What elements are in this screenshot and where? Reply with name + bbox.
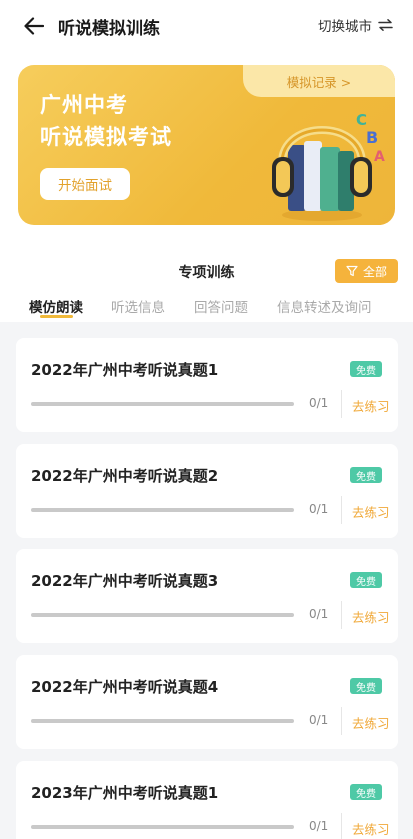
illus-letter-c: C xyxy=(356,111,367,129)
switch-city-button[interactable]: 切换城市 xyxy=(318,15,393,35)
free-badge: 免费 xyxy=(350,678,382,694)
records-link[interactable]: 模拟记录 > xyxy=(243,65,395,97)
exam-card-title: 2022年广州中考听说真题1 xyxy=(31,361,219,379)
progress-text: 0/1 xyxy=(309,607,329,621)
start-interview-button[interactable]: 开始面试 xyxy=(40,168,130,200)
swap-icon xyxy=(378,19,393,31)
exam-card-title: 2022年广州中考听说真题4 xyxy=(31,678,219,696)
progress-bar xyxy=(31,613,294,617)
exam-card-title: 2023年广州中考听说真题1 xyxy=(31,784,219,802)
go-practice-button[interactable]: 去练习 xyxy=(352,713,390,732)
progress-text: 0/1 xyxy=(309,819,329,833)
free-badge: 免费 xyxy=(350,361,382,377)
progress-bar xyxy=(31,402,294,406)
tab-retell-inquire[interactable]: 信息转述及询问 xyxy=(277,296,372,316)
funnel-icon xyxy=(346,265,358,277)
headphone-books-illustration: C B A xyxy=(272,111,385,221)
divider xyxy=(341,813,342,839)
exam-card-title: 2022年广州中考听说真题2 xyxy=(31,467,219,485)
switch-city-label: 切换城市 xyxy=(318,19,372,35)
progress-bar xyxy=(31,825,294,829)
exam-banner: 模拟记录 > 广州中考 听说模拟考试 开始面试 C B A xyxy=(18,65,395,225)
records-link-label: 模拟记录 > xyxy=(286,74,352,90)
active-tab-indicator xyxy=(40,315,73,318)
exam-card[interactable]: 2023年广州中考听说真题1 免费 0/1 去练习 xyxy=(16,761,398,839)
divider xyxy=(341,707,342,735)
progress-bar xyxy=(31,508,294,512)
exam-card[interactable]: 2022年广州中考听说真题3 免费 0/1 去练习 xyxy=(16,549,398,643)
tab-imitate-reading[interactable]: 模仿朗读 xyxy=(29,296,83,316)
banner-title-line2: 听说模拟考试 xyxy=(40,125,172,149)
tab-answer-questions[interactable]: 回答问题 xyxy=(194,296,248,316)
illus-letter-b: B xyxy=(366,128,378,147)
free-badge: 免费 xyxy=(350,467,382,483)
go-practice-button[interactable]: 去练习 xyxy=(352,819,390,838)
filter-label: 全部 xyxy=(362,264,387,279)
go-practice-button[interactable]: 去练习 xyxy=(352,502,390,521)
exam-card-title: 2022年广州中考听说真题3 xyxy=(31,572,219,590)
progress-text: 0/1 xyxy=(309,396,329,410)
illus-letter-a: A xyxy=(374,149,385,165)
top-bar: 听说模拟训练 切换城市 xyxy=(0,0,413,52)
exam-card[interactable]: 2022年广州中考听说真题1 免费 0/1 去练习 xyxy=(16,338,398,432)
free-badge: 免费 xyxy=(350,784,382,800)
tab-listen-select[interactable]: 听选信息 xyxy=(111,296,165,316)
divider xyxy=(341,390,342,418)
back-button[interactable] xyxy=(20,12,48,40)
progress-bar xyxy=(31,719,294,723)
filter-button[interactable]: 全部 xyxy=(335,259,398,283)
divider xyxy=(341,601,342,629)
divider xyxy=(341,496,342,524)
page-title: 听说模拟训练 xyxy=(58,19,160,39)
go-practice-button[interactable]: 去练习 xyxy=(352,607,390,626)
free-badge: 免费 xyxy=(350,572,382,588)
banner-title-line1: 广州中考 xyxy=(40,93,128,117)
back-arrow-icon xyxy=(24,17,44,35)
progress-text: 0/1 xyxy=(309,713,329,727)
exam-card[interactable]: 2022年广州中考听说真题2 免费 0/1 去练习 xyxy=(16,444,398,538)
progress-text: 0/1 xyxy=(309,502,329,516)
exam-card[interactable]: 2022年广州中考听说真题4 免费 0/1 去练习 xyxy=(16,655,398,749)
go-practice-button[interactable]: 去练习 xyxy=(352,396,390,415)
category-tabs: 模仿朗读 听选信息 回答问题 信息转述及询问 xyxy=(0,296,413,322)
